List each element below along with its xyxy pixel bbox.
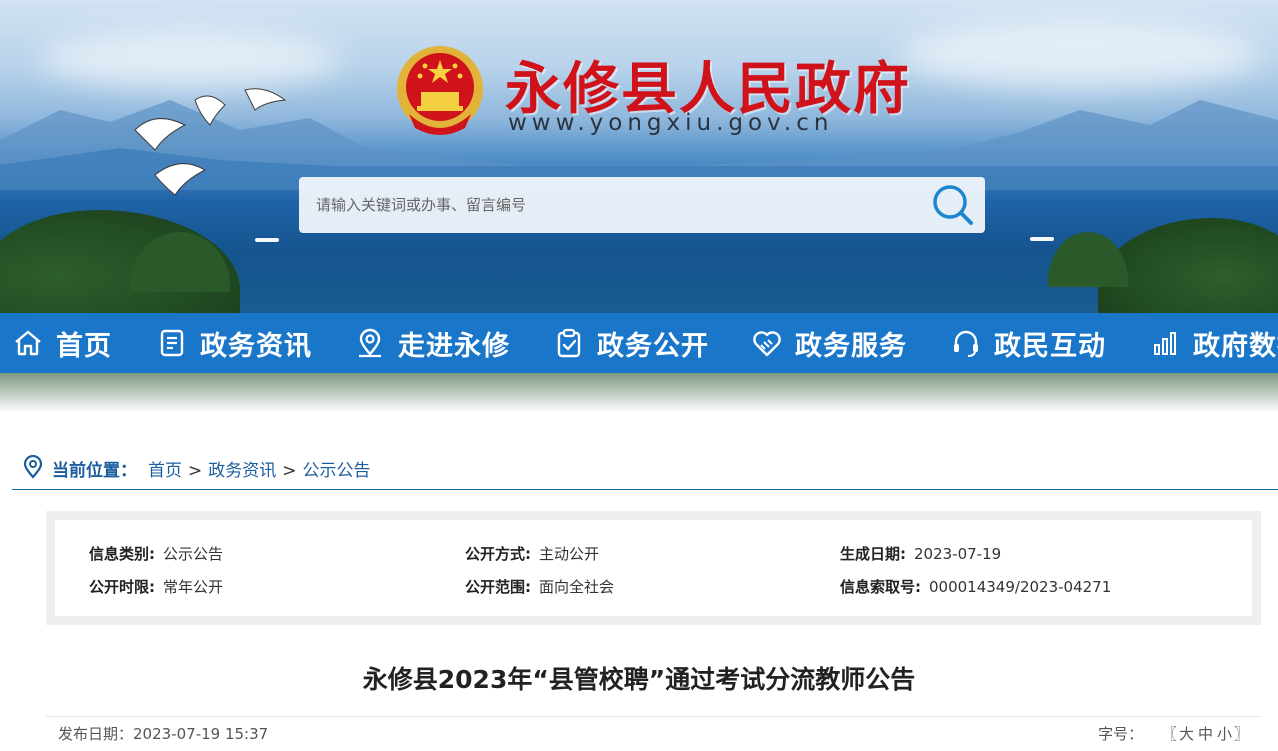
breadcrumb-link-notices[interactable]: 公示公告 [303,461,371,481]
font-size-label: 字号： [1098,725,1144,743]
nav-item-interaction[interactable]: 政民互动 [950,313,1106,373]
meta-value: 主动公开 [539,545,600,563]
breadcrumb-link-home[interactable]: 首页 [148,461,182,481]
nav-item-services[interactable]: 政务服务 [751,313,907,373]
meta-value: 面向全社会 [539,578,615,596]
publish-date: 发布日期：2023-07-19 15:37 [58,723,268,744]
meta-value: 2023-07-19 [914,545,1002,563]
site-url: www.yongxiu.gov.cn [508,110,834,136]
font-size-control: 字号： 〖大中小〗 [1098,723,1249,744]
info-meta-inner: 信息类别: 公示公告 公开方式: 主动公开 生成日期: 2023-07-19 公开时限… [55,520,1252,616]
forest-right-decoration [1048,232,1128,287]
meta-category: 信息类别: 公示公告 [89,543,223,564]
meta-value: 常年公开 [163,578,224,596]
publish-date-label: 发布日期： [58,725,134,743]
nav-item-home[interactable]: 首页 [12,313,112,373]
breadcrumb-label: 当前位置： [52,461,137,481]
boat-decoration [255,238,279,242]
banner-bottom-strip [0,373,1278,413]
search-input[interactable] [299,177,919,233]
boat-decoration [1030,237,1054,241]
headset-icon [954,330,978,357]
font-bracket-close: 〗 [1233,725,1249,743]
nav-item-label: 政民互动 [994,330,1106,362]
info-meta-box: 信息类别: 公示公告 公开方式: 主动公开 生成日期: 2023-07-19 公开时限… [46,511,1261,625]
nav-item-label: 首页 [56,330,112,362]
meta-key: 公开时限: [89,578,155,596]
breadcrumb-link-news[interactable]: 政务资讯 [208,461,276,481]
nav-item-label: 政务服务 [795,330,907,362]
meta-value: 000014349/2023-04271 [929,578,1112,596]
meta-key: 生成日期: [840,545,906,563]
breadcrumb-separator: > [282,461,297,481]
nav-item-label: 政府数据 [1193,330,1278,362]
nav-item-label: 政务资讯 [200,330,312,362]
breadcrumb: 当前位置： 首页 > 政务资讯 > 公示公告 [12,443,1278,490]
bar-chart-icon [1154,332,1176,355]
meta-period: 公开时限: 常年公开 [89,576,223,597]
nav-item-news[interactable]: 政务资讯 [156,313,312,373]
breadcrumb-separator: > [188,461,203,481]
meta-scope: 公开范围: 面向全社会 [465,576,614,597]
home-icon [15,330,41,356]
document-icon [160,329,184,357]
article-title: 永修县2023年“县管校聘”通过考试分流教师公告 [362,665,916,694]
article-info-bar: 发布日期：2023-07-19 15:37 字号： 〖大中小〗 [46,716,1261,751]
font-bracket-open: 〖 [1161,725,1177,743]
breadcrumb-path: 首页 > 政务资讯 > 公示公告 [148,456,371,481]
meta-key: 公开方式: [465,545,531,563]
search-icon[interactable] [931,183,975,227]
cranes-decoration [134,88,287,196]
meta-key: 信息类别: [89,545,155,563]
nav-item-data[interactable]: 政府数据 [1149,313,1278,373]
font-size-medium-button[interactable]: 中 [1198,725,1213,743]
nav-item-disclosure[interactable]: 政务公开 [553,313,709,373]
search-box [299,177,985,233]
handshake-heart-icon [753,331,781,357]
nav-item-label: 走进永修 [398,330,510,362]
font-size-small-button[interactable]: 小 [1217,725,1232,743]
location-pin-icon [23,455,43,479]
meta-key: 公开范围: [465,578,531,596]
font-size-large-button[interactable]: 大 [1179,725,1194,743]
publish-date-value: 2023-07-19 15:37 [133,725,269,743]
nav-item-label: 政务公开 [597,330,709,362]
nav-item-about[interactable]: 走进永修 [354,313,510,373]
meta-method: 公开方式: 主动公开 [465,543,599,564]
national-emblem-icon [397,46,483,135]
location-pin-icon [359,328,381,358]
clipboard-check-icon [557,328,581,358]
meta-key: 信息索取号: [840,578,921,596]
meta-value: 公示公告 [163,545,224,563]
header-banner: 永修县人民政府 www.yongxiu.gov.cn [0,0,1278,313]
main-nav: 首页 政务资讯 走进永修 政务公开 政务服务 政民互动 政府数 [0,313,1278,373]
meta-index-number: 信息索取号: 000014349/2023-04271 [840,576,1111,597]
meta-generated-date: 生成日期: 2023-07-19 [840,543,1001,564]
